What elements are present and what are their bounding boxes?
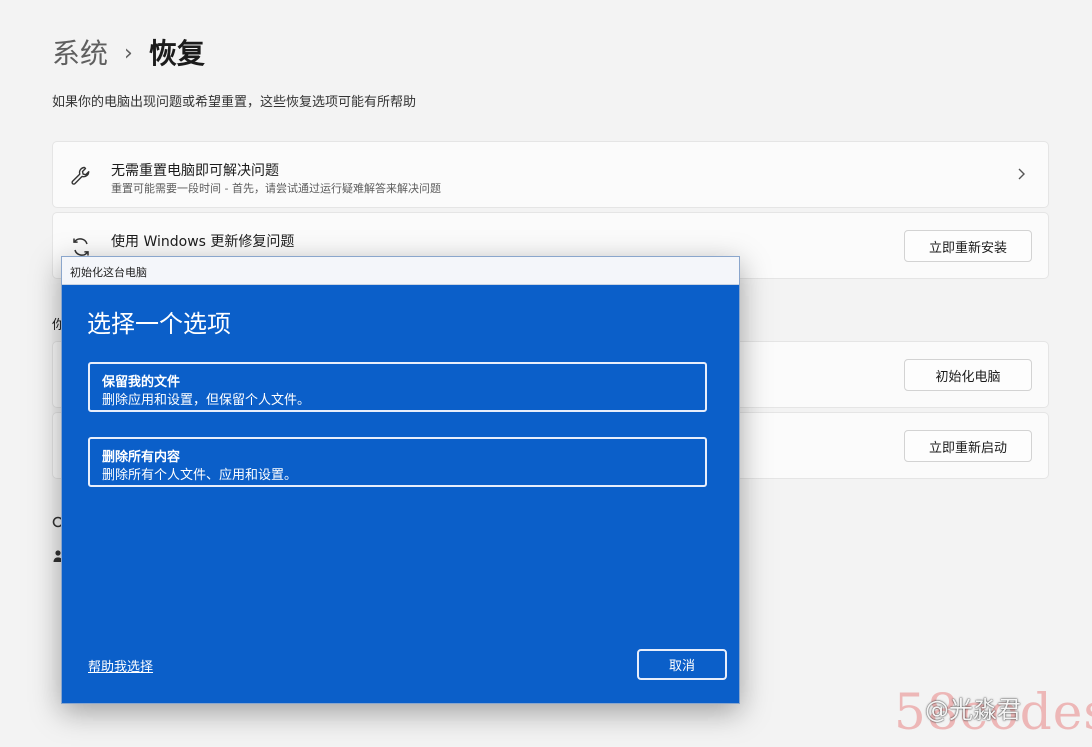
reinstall-now-button[interactable]: 立即重新安装: [904, 230, 1032, 262]
settings-recovery-page: 系统 › 恢复 如果你的电脑出现问题或希望重置，这些恢复选项可能有所帮助 无需重…: [0, 0, 1092, 747]
breadcrumb: 系统 › 恢复: [52, 34, 205, 74]
option-description: 删除应用和设置，但保留个人文件。: [102, 393, 311, 408]
remove-everything-option[interactable]: 删除所有内容 删除所有个人文件、应用和设置。: [88, 437, 707, 487]
dialog-titlebar[interactable]: 初始化这台电脑: [62, 257, 739, 285]
troubleshoot-subtitle: 重置可能需要一段时间 - 首先，请尝试通过运行疑难解答来解决问题: [111, 182, 441, 195]
troubleshoot-title: 无需重置电脑即可解决问题: [111, 163, 279, 179]
keep-my-files-option[interactable]: 保留我的文件 删除应用和设置，但保留个人文件。: [88, 362, 707, 412]
page-description: 如果你的电脑出现问题或希望重置，这些恢复选项可能有所帮助: [52, 95, 417, 110]
option-title: 删除所有内容: [102, 450, 181, 465]
option-title: 保留我的文件: [102, 375, 181, 390]
watermark-author: @光淼君: [925, 696, 1021, 724]
dialog-window-title: 初始化这台电脑: [70, 266, 147, 279]
option-description: 删除所有个人文件、应用和设置。: [102, 468, 298, 483]
breadcrumb-separator: ›: [124, 41, 133, 66]
windows-update-title: 使用 Windows 更新修复问题: [111, 234, 295, 250]
page-title: 恢复: [148, 37, 205, 70]
restart-now-button[interactable]: 立即重新启动: [904, 430, 1032, 462]
breadcrumb-system[interactable]: 系统: [52, 34, 108, 74]
help-me-choose-link[interactable]: 帮助我选择: [88, 656, 153, 675]
chevron-right-icon: [1018, 168, 1025, 180]
wrench-icon: [71, 166, 90, 185]
reset-pc-dialog: 初始化这台电脑 选择一个选项 保留我的文件 删除应用和设置，但保留个人文件。 删…: [61, 256, 740, 704]
cancel-button[interactable]: 取消: [637, 649, 727, 680]
reset-pc-button[interactable]: 初始化电脑: [904, 359, 1032, 391]
troubleshoot-card[interactable]: 无需重置电脑即可解决问题 重置可能需要一段时间 - 首先，请尝试通过运行疑难解答…: [52, 141, 1049, 208]
dialog-heading: 选择一个选项: [87, 310, 231, 338]
